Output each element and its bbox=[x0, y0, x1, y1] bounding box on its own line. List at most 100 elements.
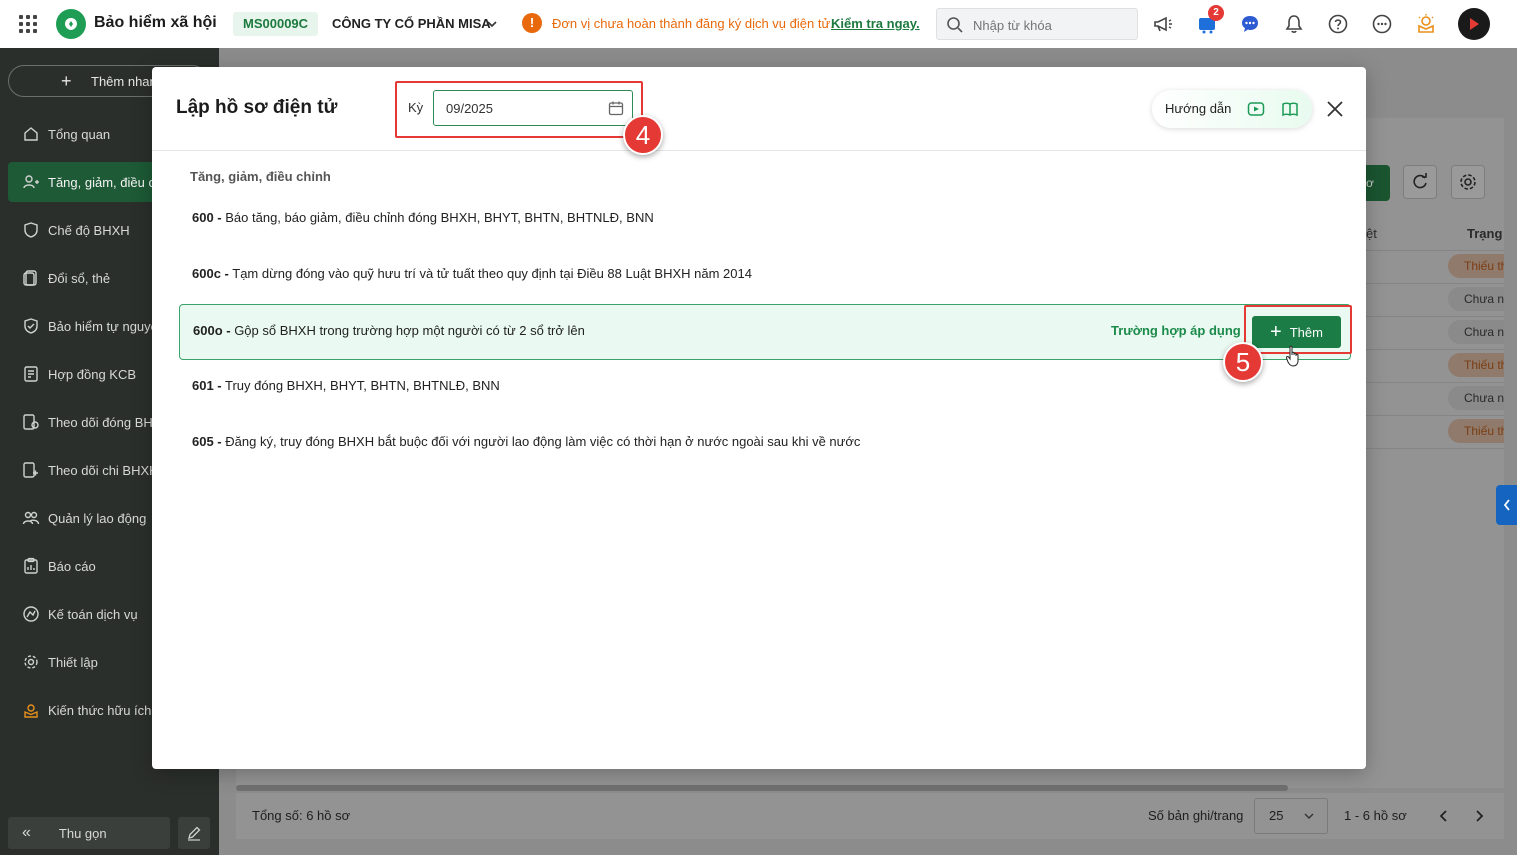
shield-icon bbox=[21, 316, 41, 336]
calendar-icon[interactable] bbox=[608, 100, 624, 116]
sidebar-item-label: Thiết lập bbox=[48, 654, 98, 670]
prev-page-button[interactable] bbox=[1434, 806, 1454, 826]
top-bar: Bảo hiểm xã hội MS00009C CÔNG TY CỔ PHẦN… bbox=[0, 0, 1517, 48]
pencil-icon bbox=[188, 826, 201, 841]
shield-heart-icon bbox=[21, 220, 41, 240]
per-page-select[interactable]: 25 bbox=[1254, 798, 1328, 834]
search-box[interactable] bbox=[936, 8, 1138, 40]
dialog-title: Lập hồ sơ điện tử bbox=[176, 97, 338, 118]
horizontal-scrollbar[interactable] bbox=[236, 785, 1288, 791]
track-pay-icon bbox=[21, 412, 41, 432]
chevron-left-icon bbox=[1503, 499, 1510, 511]
period-input[interactable] bbox=[446, 99, 596, 117]
form-code: 600o - bbox=[193, 323, 231, 338]
check-now-link[interactable]: Kiểm tra ngay. bbox=[831, 16, 920, 31]
bell-icon[interactable] bbox=[1282, 12, 1306, 36]
page-range: 1 - 6 hồ sơ bbox=[1344, 808, 1407, 823]
company-code-badge: MS00009C bbox=[233, 12, 319, 36]
period-picker[interactable] bbox=[433, 90, 633, 126]
plus-icon: + bbox=[1270, 321, 1282, 343]
add-button-label: Thêm bbox=[1289, 324, 1323, 340]
form-row-605[interactable]: 605 - Đăng ký, truy đóng BHXH bắt buộc đ… bbox=[178, 415, 1350, 471]
user-change-icon bbox=[21, 172, 41, 192]
warning-icon: ! bbox=[522, 13, 542, 33]
per-page-label: Số bản ghi/trang bbox=[1148, 808, 1244, 823]
form-description: Báo tăng, báo giảm, điều chỉnh đóng BHXH… bbox=[221, 210, 654, 225]
form-description: Gộp sổ BHXH trong trường hợp một người c… bbox=[230, 323, 585, 338]
logo-hands-icon bbox=[65, 18, 77, 30]
side-panel-toggle[interactable] bbox=[1496, 485, 1517, 525]
collapse-sidebar-button[interactable]: « Thu gọn bbox=[8, 817, 170, 849]
search-input[interactable] bbox=[973, 15, 1123, 35]
gear-icon bbox=[21, 652, 41, 672]
hand-cursor-icon bbox=[1286, 345, 1299, 367]
period-label: Kỳ bbox=[408, 100, 424, 115]
form-description: Tạm dừng đóng vào quỹ hưu trí và tử tuất… bbox=[228, 266, 752, 281]
form-code: 605 - bbox=[192, 434, 222, 449]
form-row-600o[interactable]: 600o - Gộp sổ BHXH trong trường hợp một … bbox=[179, 304, 1351, 360]
form-text: 600o - Gộp sổ BHXH trong trường hợp một … bbox=[193, 323, 585, 338]
more-icon[interactable] bbox=[1370, 12, 1394, 36]
card-icon bbox=[21, 268, 41, 288]
cart-count-badge: 2 bbox=[1208, 5, 1224, 21]
column-header-status: Trạng bbox=[1467, 226, 1503, 241]
knowledge-icon[interactable] bbox=[1414, 12, 1438, 36]
book-icon[interactable] bbox=[1281, 100, 1299, 118]
apps-grid-icon[interactable] bbox=[19, 15, 37, 33]
status-badge: Chưa nộp bbox=[1448, 386, 1504, 410]
settings-button[interactable] bbox=[1451, 165, 1485, 199]
edit-menu-button[interactable] bbox=[178, 817, 210, 849]
guide-label: Hướng dẫn bbox=[1165, 101, 1232, 116]
form-description: Đăng ký, truy đóng BHXH bắt buộc đối với… bbox=[221, 434, 861, 449]
form-text: 600 - Báo tăng, báo giảm, điều chỉnh đón… bbox=[192, 210, 654, 225]
megaphone-icon[interactable] bbox=[1151, 12, 1175, 36]
track-spend-icon bbox=[21, 460, 41, 480]
status-badge: Thiếu thông tin bbox=[1448, 254, 1504, 278]
close-dialog-button[interactable] bbox=[1324, 98, 1346, 120]
form-row-601[interactable]: 601 - Truy đóng BHXH, BHYT, BHTN, BHTNLĐ… bbox=[178, 359, 1350, 415]
company-name[interactable]: CÔNG TY CỔ PHẦN MISA bbox=[332, 16, 491, 31]
app-title: Bảo hiểm xã hội bbox=[94, 14, 217, 31]
status-badge: Thiếu thông tin bbox=[1448, 419, 1504, 443]
section-title: Tăng, giảm, điều chỉnh bbox=[190, 169, 331, 184]
chat-icon[interactable] bbox=[1238, 12, 1262, 36]
search-icon bbox=[947, 17, 963, 33]
form-row-600c[interactable]: 600c - Tạm dừng đóng vào quỹ hưu trí và … bbox=[178, 247, 1350, 303]
refresh-button[interactable] bbox=[1403, 165, 1437, 199]
sidebar-item-label: Bảo hiểm tự nguyện bbox=[48, 318, 166, 334]
status-badge: Thiếu thông tin bbox=[1448, 353, 1504, 377]
gear-icon bbox=[1460, 174, 1476, 190]
form-description: Truy đóng BHXH, BHYT, BHTN, BHTNLĐ, BNN bbox=[221, 378, 500, 393]
close-icon bbox=[1327, 101, 1343, 117]
form-text: 605 - Đăng ký, truy đóng BHXH bắt buộc đ… bbox=[192, 434, 860, 449]
dashboard-icon bbox=[21, 124, 41, 144]
status-badge: Chưa nộp bbox=[1448, 320, 1504, 344]
form-row-600[interactable]: 600 - Báo tăng, báo giảm, điều chỉnh đón… bbox=[178, 191, 1350, 247]
form-code: 600c - bbox=[192, 266, 229, 281]
contract-icon bbox=[21, 364, 41, 384]
people-icon bbox=[21, 508, 41, 528]
double-chevron-left-icon: « bbox=[22, 824, 31, 841]
accounting-icon bbox=[21, 604, 41, 624]
dialog-header: Lập hồ sơ điện tử Kỳ 4 Hướng dẫn bbox=[152, 67, 1366, 155]
next-page-button[interactable] bbox=[1469, 806, 1489, 826]
chevron-down-icon[interactable] bbox=[486, 18, 498, 30]
create-e-records-dialog: Lập hồ sơ điện tử Kỳ 4 Hướng dẫn Tăng, g… bbox=[152, 67, 1366, 769]
avatar[interactable] bbox=[1458, 8, 1490, 40]
add-form-button[interactable]: + Thêm bbox=[1252, 316, 1341, 348]
warning-text: Đơn vị chưa hoàn thành đăng ký dịch vụ đ… bbox=[552, 16, 834, 31]
sidebar-item-label: Đổi sổ, thẻ bbox=[48, 270, 111, 286]
help-icon[interactable] bbox=[1326, 12, 1350, 36]
sidebar-item-label: Kế toán dịch vụ bbox=[48, 606, 138, 622]
refresh-icon bbox=[1413, 173, 1427, 189]
report-icon bbox=[21, 556, 41, 576]
applicable-cases-link[interactable]: Trường hợp áp dụng bbox=[1111, 323, 1241, 338]
sidebar-item-label: Quản lý lao động bbox=[48, 510, 147, 526]
sidebar-item-label: Hợp đồng KCB bbox=[48, 366, 137, 382]
chevron-right-icon bbox=[1476, 810, 1484, 822]
chevron-left-icon bbox=[1439, 810, 1447, 822]
sidebar-item-label: Theo dõi chi BHXH bbox=[48, 462, 159, 478]
guide-button[interactable]: Hướng dẫn bbox=[1152, 90, 1312, 128]
video-icon[interactable] bbox=[1247, 100, 1265, 118]
sidebar-item-label: Báo cáo bbox=[48, 558, 96, 574]
